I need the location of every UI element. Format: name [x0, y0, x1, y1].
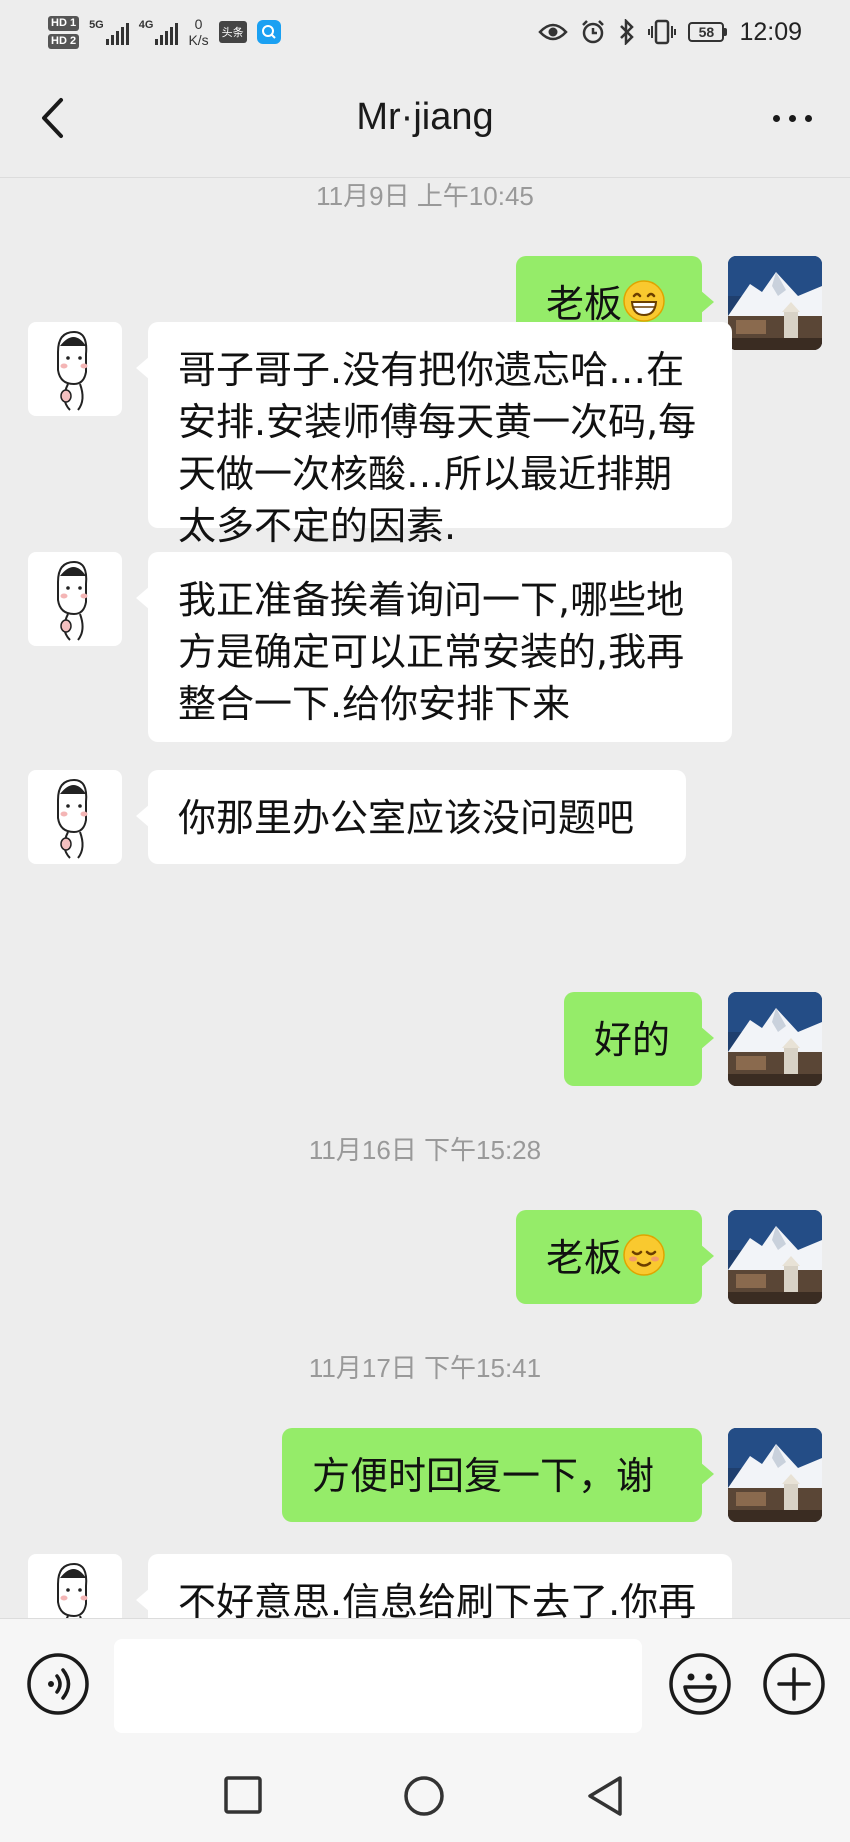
- ellipsis-dot-icon: [772, 114, 780, 122]
- chat-header: Mr·jiang: [0, 62, 850, 178]
- message-line: 太多不定的因素.: [178, 504, 457, 548]
- home-button[interactable]: [402, 1774, 446, 1822]
- message-line: 天做一次核酸…所以最近排期: [178, 452, 673, 496]
- square-icon: [224, 1776, 262, 1814]
- signal-5g-icon: 5G: [89, 19, 129, 45]
- contact-message-bubble[interactable]: 哥子哥子.没有把你遗忘哈…在 安排.安装师傅每天黄一次码,每 天做一次核酸…所以…: [136, 322, 732, 548]
- message-line: 整合一下.给你安排下来: [178, 682, 571, 726]
- contact-message-bubble[interactable]: 你那里办公室应该没问题吧: [136, 770, 686, 864]
- my-avatar[interactable]: [728, 1428, 822, 1522]
- message-line: 我正准备挨着询问一下,哪些地: [178, 578, 685, 622]
- mountain-photo-avatar: [728, 1428, 822, 1522]
- message-text: 老板: [546, 282, 623, 326]
- smiley-icon: [669, 1653, 731, 1715]
- message-text: 不好意思.信息给刷下去了.你再: [178, 1580, 697, 1618]
- system-navigation-bar: [0, 1752, 850, 1842]
- contact-avatar[interactable]: [28, 322, 122, 416]
- signal2-label: 4G: [138, 19, 154, 31]
- my-avatar[interactable]: [728, 992, 822, 1086]
- battery-icon: 58: [688, 22, 728, 42]
- eye-icon: [538, 23, 569, 41]
- triangle-back-icon: [588, 1776, 622, 1816]
- network-speed: 0 K/s: [188, 16, 208, 48]
- clock: 12:09: [739, 17, 802, 46]
- hd2-badge: HD 2: [48, 33, 80, 49]
- mountain-photo-avatar: [728, 256, 822, 350]
- toutiao-app-icon: 头条: [218, 21, 247, 43]
- plus-icon: [763, 1653, 825, 1715]
- search-app-icon: [256, 20, 281, 44]
- signal1-label: 5G: [89, 19, 104, 31]
- status-right: 58 12:09: [538, 14, 802, 50]
- timestamp: 11月9日 上午10:45: [316, 181, 534, 211]
- message-line: 哥子哥子.没有把你遗忘哈…在: [178, 348, 685, 392]
- grinning-emoji-icon: [623, 280, 665, 322]
- input-bar: [0, 1618, 850, 1752]
- contact-message-bubble[interactable]: 不好意思.信息给刷下去了.你再: [136, 1554, 732, 1618]
- timestamp: 11月17日 下午15:41: [308, 1353, 542, 1383]
- contact-avatar[interactable]: [28, 1554, 122, 1618]
- status-bar: HD 1 HD 2 5G 4G 0 K/s 头条 58 12:09: [0, 0, 850, 62]
- more-options-button[interactable]: [752, 90, 832, 146]
- my-message-bubble[interactable]: 方便时回复一下，谢: [282, 1428, 714, 1522]
- vibrate-icon: [648, 19, 677, 45]
- contact-avatar[interactable]: [28, 770, 122, 864]
- my-message-bubble[interactable]: 好的: [564, 992, 714, 1086]
- cartoon-character-avatar: [57, 560, 88, 641]
- message-text: 方便时回复一下，谢: [312, 1454, 655, 1498]
- battery-level: 58: [688, 22, 725, 42]
- speed-unit: K/s: [188, 32, 209, 48]
- my-message-bubble[interactable]: 老板: [516, 1210, 714, 1304]
- signal-4g-icon: 4G: [139, 19, 179, 45]
- message-line: 安排.安装师傅每天黄一次码,每: [178, 400, 697, 444]
- alarm-icon: [582, 20, 605, 44]
- emoji-button[interactable]: [668, 1652, 732, 1720]
- message-text: 好的: [594, 1018, 671, 1062]
- message-line: 方是确定可以正常安装的,我再: [178, 630, 685, 674]
- contact-avatar[interactable]: [28, 552, 122, 646]
- message-list[interactable]: 11月9日 上午10:45 老板 哥子哥子.没有把你遗忘哈…在 安排.安装师傅每…: [0, 178, 850, 1618]
- recents-button[interactable]: [222, 1774, 264, 1820]
- contact-message-bubble[interactable]: 我正准备挨着询问一下,哪些地 方是确定可以正常安装的,我再 整合一下.给你安排下…: [136, 552, 732, 742]
- chat-title: Mr·jiang: [356, 96, 494, 138]
- more-functions-button[interactable]: [762, 1652, 826, 1720]
- speed-value: 0: [194, 16, 203, 32]
- cartoon-character-avatar: [57, 1562, 88, 1618]
- timestamp: 11月16日 下午15:28: [308, 1135, 542, 1165]
- my-avatar[interactable]: [728, 1210, 822, 1304]
- hd1-badge: HD 1: [48, 15, 80, 31]
- voice-icon: [27, 1653, 89, 1715]
- cartoon-character-avatar: [57, 330, 88, 411]
- message-input[interactable]: [114, 1639, 642, 1733]
- hd-indicators: HD 1 HD 2: [48, 15, 80, 49]
- voice-input-button[interactable]: [26, 1652, 90, 1720]
- my-avatar[interactable]: [728, 256, 822, 350]
- mountain-photo-avatar: [728, 992, 822, 1086]
- message-text: 老板: [546, 1236, 623, 1280]
- status-left: HD 1 HD 2 5G 4G 0 K/s 头条: [48, 10, 281, 54]
- circle-icon: [404, 1776, 444, 1816]
- mountain-photo-avatar: [728, 1210, 822, 1304]
- bluetooth-icon: [620, 19, 635, 45]
- message-text: 你那里办公室应该没问题吧: [178, 796, 635, 840]
- back-nav-button[interactable]: [584, 1774, 626, 1822]
- cartoon-character-avatar: [57, 778, 88, 859]
- relieved-emoji-icon: [623, 1234, 665, 1276]
